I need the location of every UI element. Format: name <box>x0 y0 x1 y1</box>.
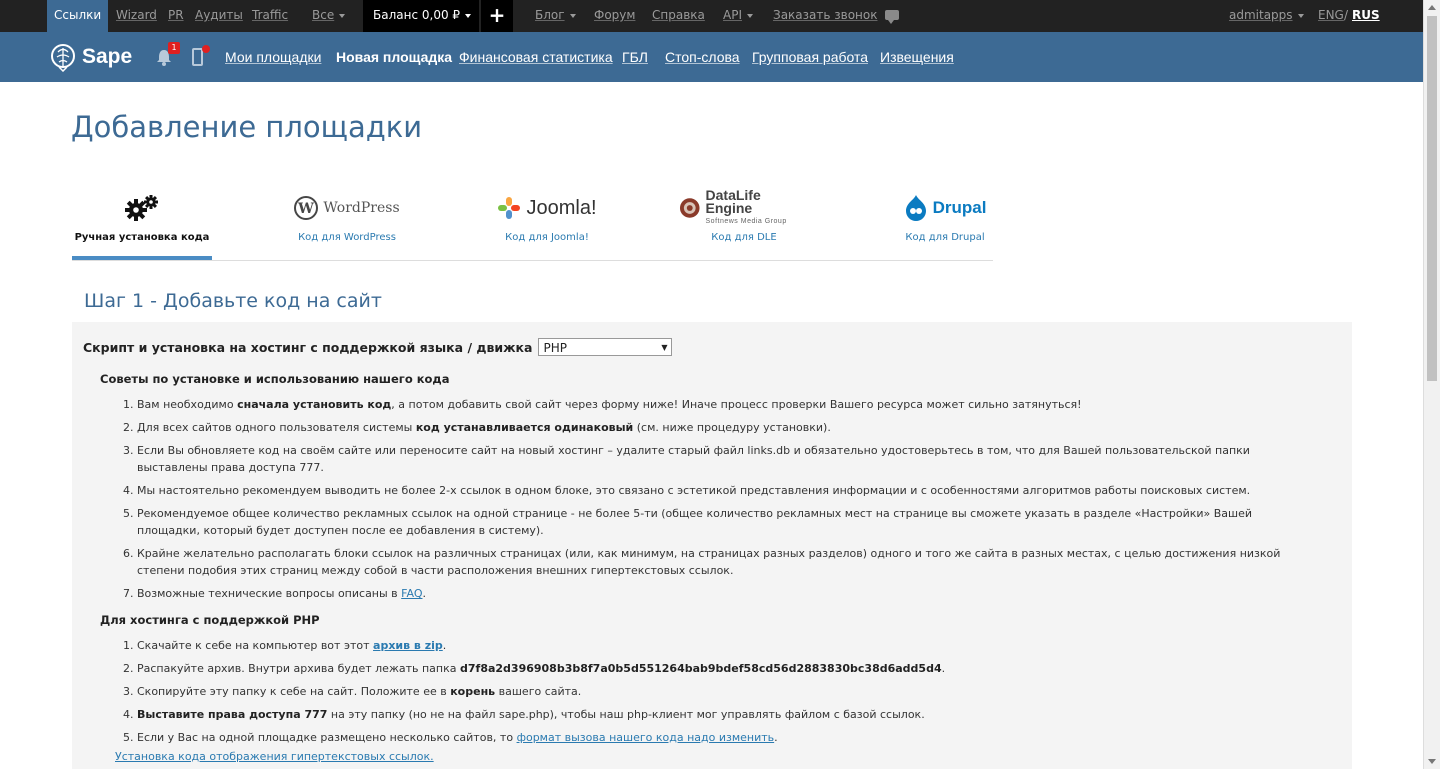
tab-joomla[interactable]: Joomla! Код для Joomla! <box>482 180 612 260</box>
page-title: Добавление площадки <box>71 110 423 144</box>
lang-eng[interactable]: ENG <box>1318 0 1344 32</box>
lang-rus[interactable]: RUS <box>1352 0 1380 32</box>
logo-text: Sape <box>82 45 133 68</box>
list-item: Выставите права доступа 777 на эту папку… <box>137 706 1287 723</box>
call-format-link[interactable]: формат вызова нашего кода надо изменить <box>517 731 775 744</box>
topbar-blog[interactable]: Блог <box>535 0 576 32</box>
scroll-down-arrow[interactable] <box>1428 759 1436 764</box>
nav-notices[interactable]: Извещения <box>880 32 954 82</box>
script-row: Скрипт и установка на хостинг с поддержк… <box>83 338 673 357</box>
zip-archive-link[interactable]: архив в zip <box>373 639 443 652</box>
lang-separator: / <box>1344 8 1349 22</box>
main-header: Sape 1 Мои площадки Новая площадка Финан… <box>0 32 1423 82</box>
list-item: Скопируйте эту папку к себе на сайт. Пол… <box>137 683 1287 700</box>
tab-manual[interactable]: Ручная установка кода <box>72 180 212 260</box>
top-bar: Ссылки Wizard PR Аудиты Traffic Все Бала… <box>0 0 1423 32</box>
faq-link[interactable]: FAQ <box>401 587 422 600</box>
list-item: Распакуйте архив. Внутри архива будет ле… <box>137 660 1287 677</box>
scroll-up-arrow[interactable] <box>1428 5 1436 10</box>
php-hosting-title: Для хостинга с поддержкой PHP <box>100 613 320 627</box>
nav-group-work[interactable]: Групповая работа <box>752 32 868 82</box>
drupal-logo: Drupal <box>880 190 1010 226</box>
topbar-pr[interactable]: PR <box>168 0 184 32</box>
wordpress-logo: W WordPress <box>282 190 412 226</box>
dle-wordmark: DataLife Engine Softnews Media Group <box>705 186 787 225</box>
chat-icon[interactable] <box>885 10 899 24</box>
brain-icon <box>51 44 75 72</box>
sape-logo[interactable]: Sape <box>50 40 132 74</box>
install-code-link[interactable]: Установка кода отображения гипертекстовы… <box>115 750 434 763</box>
list-item: Мы настоятельно рекомендуем выводить не … <box>137 482 1287 499</box>
user-menu[interactable]: admitapps <box>1229 0 1304 32</box>
nav-new-site[interactable]: Новая площадка <box>336 32 452 82</box>
list-item: Рекомендуемое общее количество рекламных… <box>137 505 1287 539</box>
step-title: Шаг 1 - Добавьте код на сайт <box>84 290 382 312</box>
tab-drupal-label: Код для Drupal <box>905 232 985 243</box>
drupal-icon <box>905 195 926 221</box>
tab-joomla-label: Код для Joomla! <box>505 232 589 243</box>
topbar-api[interactable]: API <box>723 0 753 32</box>
tab-drupal[interactable]: Drupal Код для Drupal <box>880 180 1010 260</box>
tab-wordpress[interactable]: W WordPress Код для WordPress <box>282 180 412 260</box>
wordpress-wordmark: WordPress <box>323 200 400 216</box>
folder-name: d7f8a2d396908b3b8f7a0b5d551264bab9bdef58… <box>460 662 942 675</box>
topbar-all-dropdown[interactable]: Все <box>312 0 345 32</box>
topbar-wizard[interactable]: Wizard <box>116 0 157 32</box>
dle-logo: DataLife Engine Softnews Media Group <box>679 186 809 226</box>
tips-list: Вам необходимо сначала установить код, а… <box>120 396 1287 608</box>
joomla-icon <box>498 197 521 219</box>
nav-my-sites[interactable]: Мои площадки <box>225 32 321 82</box>
add-button[interactable]: + <box>481 0 513 32</box>
svg-text:W: W <box>297 201 314 217</box>
nav-finance[interactable]: Финансовая статистика <box>459 32 613 82</box>
list-item: Крайне желательно располагать блоки ссыл… <box>137 545 1287 579</box>
joomla-wordmark: Joomla! <box>526 196 597 219</box>
mobile-icon[interactable] <box>192 48 203 66</box>
tab-manual-label: Ручная установка кода <box>74 232 210 243</box>
topbar-forum[interactable]: Форум <box>594 0 635 32</box>
list-item: Вам необходимо сначала установить код, а… <box>137 396 1287 413</box>
tips-title: Советы по установке и использованию наше… <box>100 372 450 386</box>
dle-icon <box>679 198 700 218</box>
list-item: Если у Вас на одной площадке размещено н… <box>137 729 1287 746</box>
tab-dle-label: Код для DLE <box>711 232 777 243</box>
topbar-traffic[interactable]: Traffic <box>252 0 288 32</box>
notification-badge: 1 <box>168 42 180 54</box>
joomla-logo: Joomla! <box>482 190 612 226</box>
nav-stopwords[interactable]: Стоп-слова <box>665 32 740 82</box>
list-item: Скачайте к себе на компьютер вот этот ар… <box>137 637 1287 654</box>
balance-dropdown[interactable]: Баланс 0,00 ₽ <box>363 0 479 32</box>
nav-gbl[interactable]: ГБЛ <box>622 32 648 82</box>
topbar-links[interactable]: Ссылки <box>47 0 109 32</box>
list-item: Возможные технические вопросы описаны в … <box>137 585 1287 602</box>
tab-wordpress-label: Код для WordPress <box>298 232 396 243</box>
tab-dle[interactable]: DataLife Engine Softnews Media Group Код … <box>679 180 809 260</box>
script-label: Скрипт и установка на хостинг с поддержк… <box>83 339 533 355</box>
php-steps-list: Скачайте к себе на компьютер вот этот ар… <box>120 637 1287 752</box>
list-item: Если Вы обновляете код на своём сайте ил… <box>137 442 1287 476</box>
wordpress-icon: W <box>294 196 319 220</box>
mobile-alert-dot <box>202 45 210 53</box>
topbar-audits[interactable]: Аудиты <box>195 0 243 32</box>
callback-link[interactable]: Заказать звонок <box>773 0 878 32</box>
gears-icon <box>72 190 212 226</box>
scroll-thumb[interactable] <box>1427 16 1437 381</box>
install-method-tabs: Ручная установка кода W WordPress Код дл… <box>72 180 993 261</box>
topbar-help[interactable]: Справка <box>652 0 705 32</box>
page-scrollbar[interactable] <box>1423 0 1440 769</box>
install-panel: Скрипт и установка на хостинг с поддержк… <box>72 322 1352 769</box>
drupal-wordmark: Drupal <box>932 198 987 217</box>
script-language-select[interactable]: PHP <box>538 338 673 357</box>
list-item: Для всех сайтов одного пользователя сист… <box>137 419 1287 436</box>
